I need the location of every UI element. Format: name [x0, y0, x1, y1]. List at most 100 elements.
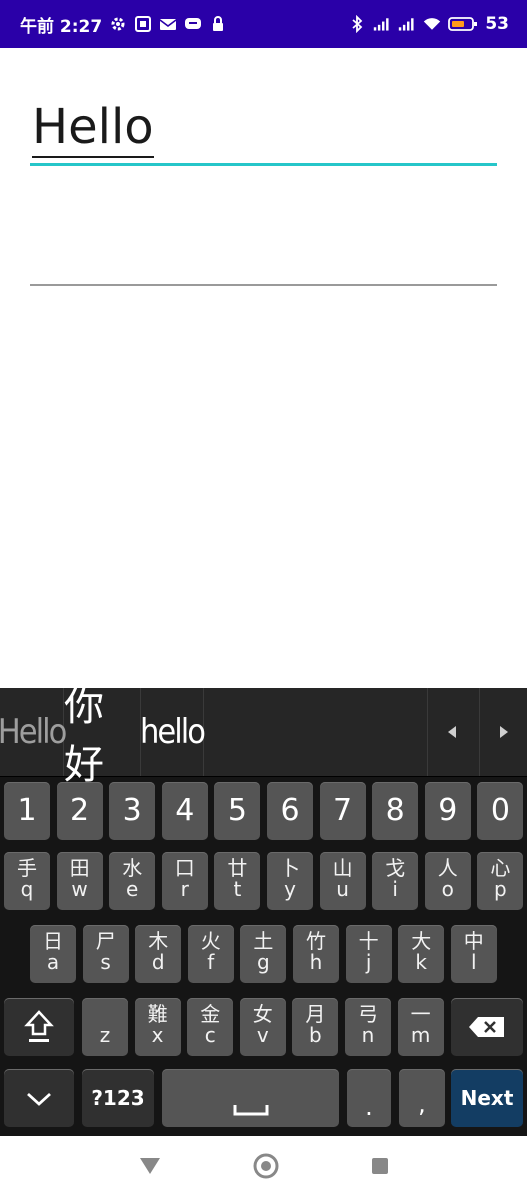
- key-letter-label: w: [71, 877, 88, 901]
- key-cangjie-label: 卜: [280, 856, 300, 880]
- signal-2-icon: [398, 15, 416, 33]
- letter-key[interactable]: 月b: [292, 998, 339, 1056]
- key-letter-label: k: [415, 950, 427, 974]
- number-key[interactable]: 2: [56, 782, 103, 840]
- key-letter-label: h: [309, 950, 323, 974]
- key-letter-label: o: [441, 877, 454, 901]
- letter-key[interactable]: 山u: [319, 852, 366, 910]
- letter-key[interactable]: 廿t: [214, 852, 261, 910]
- key-cangjie-label: 手: [17, 856, 37, 880]
- key-letter-label: e: [126, 877, 139, 901]
- hide-keyboard-key[interactable]: [4, 1069, 74, 1127]
- letter-key[interactable]: 口r: [161, 852, 208, 910]
- letter-key[interactable]: 手q: [4, 852, 50, 910]
- letter-key[interactable]: 中l: [450, 925, 497, 983]
- letter-key[interactable]: 木d: [135, 925, 182, 983]
- soft-keyboard: Hello 你好 hello ?123 . , Next 123 4 5 6 7…: [0, 684, 527, 1136]
- text-field-2[interactable]: [30, 240, 497, 286]
- key-cangjie-label: 女: [252, 1002, 273, 1026]
- symbols-key[interactable]: ?123: [82, 1069, 154, 1127]
- key-letter-label: b: [309, 1023, 322, 1047]
- key-cangjie-label: 土: [253, 929, 274, 953]
- key-cangjie-label: 金: [200, 1002, 221, 1026]
- letter-key[interactable]: 竹h: [293, 925, 339, 983]
- key-cangjie-label: 竹: [306, 929, 326, 953]
- key-cangjie-label: 田: [69, 856, 90, 880]
- letter-key[interactable]: 尸s: [82, 925, 129, 983]
- suggestion-prev-button[interactable]: [427, 688, 476, 776]
- back-button[interactable]: [138, 1156, 162, 1180]
- key-cangjie-label: 難: [147, 1002, 168, 1026]
- number-key[interactable]: 9: [424, 782, 471, 840]
- next-key[interactable]: Next: [451, 1069, 523, 1127]
- key-cangjie-label: 廿: [227, 856, 248, 880]
- battery-icon: [448, 16, 478, 32]
- letter-key[interactable]: 十j: [345, 925, 392, 983]
- letter-key[interactable]: 一m: [397, 998, 444, 1056]
- triangle-left-icon: [448, 726, 456, 738]
- number-key[interactable]: 3: [109, 782, 156, 840]
- key-letter-label: d: [151, 950, 165, 974]
- letter-key[interactable]: 水e: [109, 852, 156, 910]
- letter-key[interactable]: 金c: [187, 998, 234, 1056]
- key-cangjie-label: 山: [332, 856, 353, 880]
- letter-key[interactable]: z: [82, 998, 128, 1056]
- letter-key[interactable]: 日a: [30, 925, 76, 983]
- status-time: 午前 2:27: [20, 16, 103, 37]
- number-key[interactable]: 7: [319, 782, 366, 840]
- back-triangle-icon: [139, 1158, 160, 1174]
- key-cangjie-label: 一: [410, 1002, 431, 1026]
- number-key[interactable]: 0: [477, 782, 524, 840]
- letter-key[interactable]: 難x: [134, 998, 181, 1056]
- suggestion-item[interactable]: 你好: [64, 684, 141, 788]
- letter-key[interactable]: 火f: [187, 925, 234, 983]
- recents-button[interactable]: [370, 1156, 390, 1180]
- key-cangjie-label: 人: [437, 856, 458, 880]
- key-cangjie-label: 月: [305, 1002, 326, 1026]
- letter-key[interactable]: 田w: [56, 852, 103, 910]
- comma-key[interactable]: ,: [399, 1069, 445, 1127]
- screenshot-icon: [134, 15, 152, 33]
- key-letter-label: i: [392, 877, 398, 901]
- key-cangjie-label: 心: [490, 856, 511, 880]
- home-button[interactable]: [252, 1152, 280, 1184]
- number-key[interactable]: 5: [214, 782, 261, 840]
- key-cangjie-label: 木: [148, 929, 169, 953]
- letter-key[interactable]: 大k: [398, 925, 445, 983]
- key-cangjie-label: 十: [358, 929, 379, 953]
- shift-key[interactable]: [4, 998, 74, 1056]
- number-key[interactable]: 4: [161, 782, 208, 840]
- space-key[interactable]: [162, 1069, 339, 1127]
- key-cangjie-label: 日: [43, 929, 63, 953]
- letter-key[interactable]: 卜y: [267, 852, 313, 910]
- settings-gear-icon: [109, 15, 127, 33]
- number-key[interactable]: 6: [267, 782, 313, 840]
- key-letter-label: s: [100, 950, 111, 974]
- text-field-1-value: Hello: [32, 98, 154, 158]
- period-key[interactable]: .: [347, 1069, 391, 1127]
- chat-icon: [184, 15, 202, 33]
- key-cangjie-label: 中: [463, 929, 484, 953]
- key-letter-label: f: [207, 950, 215, 974]
- number-key[interactable]: 8: [372, 782, 419, 840]
- shift-arrow-icon: [24, 1010, 54, 1042]
- key-letter-label: t: [233, 877, 242, 901]
- letter-key[interactable]: 人o: [424, 852, 471, 910]
- text-field-1[interactable]: Hello: [30, 96, 497, 166]
- key-letter-label: c: [204, 1023, 216, 1047]
- suggestion-next-button[interactable]: [479, 688, 527, 776]
- suggestion-item[interactable]: Hello: [0, 688, 67, 776]
- backspace-key[interactable]: [451, 998, 523, 1056]
- key-letter-label: m: [410, 1023, 431, 1047]
- letter-key[interactable]: 土g: [240, 925, 287, 983]
- key-letter-label: u: [336, 877, 349, 901]
- key-letter-label: j: [365, 950, 372, 974]
- letter-key[interactable]: 心p: [477, 852, 524, 910]
- letter-key[interactable]: 弓n: [345, 998, 391, 1056]
- key-cangjie-label: 弓: [358, 1002, 378, 1026]
- letter-key[interactable]: 戈i: [372, 852, 419, 910]
- key-cangjie-label: 火: [200, 929, 221, 953]
- number-key[interactable]: 1: [4, 782, 50, 840]
- suggestion-item[interactable]: hello: [140, 688, 206, 776]
- letter-key[interactable]: 女v: [239, 998, 286, 1056]
